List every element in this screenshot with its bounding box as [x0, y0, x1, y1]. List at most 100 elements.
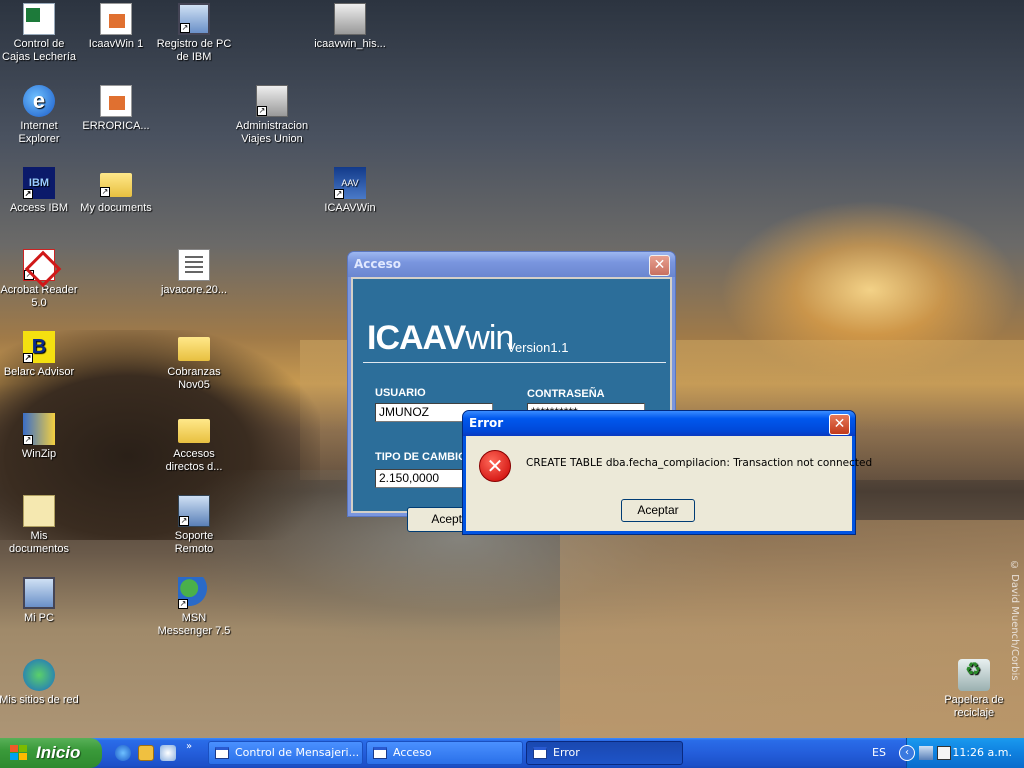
msn-messenger-icon: ↗	[178, 577, 210, 609]
desktop-icon-mis-sitios-red[interactable]: Mis sitios de red	[0, 659, 79, 707]
clock[interactable]: 11:26 a.m.	[952, 738, 1012, 768]
desktop-icon-acrobat-reader[interactable]: ↗ Acrobat Reader 5.0	[0, 249, 79, 310]
desktop-icon-accesos-directos[interactable]: Accesos directos d...	[154, 413, 234, 474]
shortcut-arrow-icon: ↗	[179, 516, 189, 526]
desktop-icon-icaavwin-his[interactable]: icaavwin_his...	[310, 3, 390, 51]
taskbar: Inicio » Control de Mensajeri... Acceso …	[0, 738, 1024, 768]
desktop-icon-administracion-viajes[interactable]: ↗ Administracion Viajes Union	[232, 85, 312, 146]
shortcut-arrow-icon: ↗	[334, 189, 344, 199]
usuario-label: USUARIO	[375, 387, 426, 399]
desktop-icon-label: Papelera de reciclaje	[944, 694, 1004, 719]
desktop-icon-mis-documentos[interactable]: Mis documentos	[0, 495, 79, 556]
window-icon	[215, 747, 229, 759]
desktop-icon-label: My documents	[80, 202, 152, 214]
logo-bold-text: ICAAV	[367, 319, 466, 357]
desktop-icon-label: Mis documentos	[9, 530, 69, 555]
desktop-icon-cobranzas[interactable]: Cobranzas Nov05	[154, 331, 234, 392]
report-file-icon	[100, 3, 132, 35]
task-label: Control de Mensajeri...	[235, 746, 360, 759]
taskbar-item-acceso[interactable]: Acceso	[366, 741, 523, 765]
acceso-title: Acceso	[354, 257, 402, 271]
quicklaunch-ie-icon[interactable]	[115, 745, 131, 761]
error-client-area: ✕ CREATE TABLE dba.fecha_compilacion: Tr…	[466, 436, 872, 531]
start-label: Inicio	[36, 743, 81, 762]
header-divider	[363, 362, 666, 363]
documents-folder-icon	[23, 495, 55, 527]
desktop-icon-belarc-advisor[interactable]: B ↗ Belarc Advisor	[0, 331, 79, 379]
folder-icon	[178, 337, 210, 361]
error-title-bar[interactable]: Error ✕	[463, 411, 855, 436]
close-icon: ✕	[653, 257, 666, 273]
error-icon: ✕	[479, 450, 511, 482]
shortcut-arrow-icon: ↗	[178, 599, 188, 609]
desktop-icon-internet-explorer[interactable]: e Internet Explorer	[0, 85, 79, 146]
language-indicator[interactable]: ES	[872, 738, 886, 768]
desktop-icon-label: Registro de PC de IBM	[156, 38, 232, 63]
tray-expand-icon[interactable]: ‹	[899, 745, 915, 761]
desktop-icon-msn-messenger[interactable]: ↗ MSN Messenger 7.5	[154, 577, 234, 638]
desktop-icon-label: Cobranzas Nov05	[167, 366, 221, 391]
app-tray-icon[interactable]	[937, 746, 951, 760]
error-title: Error	[469, 416, 504, 430]
ibm-computer-icon: ↗	[178, 3, 210, 35]
text-file-icon	[178, 249, 210, 281]
task-label: Error	[553, 746, 580, 759]
desktop-icon-icaavwin[interactable]: AAV ↗ ICAAVWin	[310, 167, 390, 215]
desktop-icon-label: Accesos directos d...	[165, 448, 223, 473]
acceso-title-bar[interactable]: Acceso ✕	[348, 252, 675, 277]
error-ok-button[interactable]: Aceptar	[621, 499, 695, 522]
icaav-app-icon: AAV ↗	[334, 167, 366, 199]
desktop-icon-control-cajas[interactable]: Control de Cajas Lechería	[0, 3, 79, 64]
version-label: Version1.1	[507, 340, 569, 355]
quicklaunch-expand-icon[interactable]: »	[186, 742, 196, 752]
desktop-icon-label: Access IBM	[9, 202, 69, 214]
desktop-icon-mi-pc[interactable]: Mi PC	[0, 577, 79, 625]
shortcut-arrow-icon: ↗	[23, 435, 33, 445]
shortcut-arrow-icon: ↗	[257, 106, 267, 116]
my-computer-icon	[23, 577, 55, 609]
desktop-icon-label: MSN Messenger 7.5	[157, 612, 231, 637]
remote-support-icon: ↗	[178, 495, 210, 527]
shortcut-arrow-icon: ↗	[23, 189, 33, 199]
tipo-cambio-input[interactable]: 2.150,0000	[375, 469, 475, 488]
error-dialog[interactable]: Error ✕ ✕ CREATE TABLE dba.fecha_compila…	[462, 410, 872, 535]
desktop-icon-label: Belarc Advisor	[3, 366, 75, 378]
shortcut-arrow-icon: ↗	[23, 353, 33, 363]
desktop-icon-label: IcaavWin 1	[88, 38, 144, 50]
acceso-close-button[interactable]: ✕	[649, 255, 670, 276]
quicklaunch-outlook-icon[interactable]	[138, 745, 154, 761]
error-close-button[interactable]: ✕	[829, 414, 850, 435]
desktop-icon-icaavwin-1[interactable]: IcaavWin 1	[76, 3, 156, 51]
desktop-icon-winzip[interactable]: ↗ WinZip	[0, 413, 79, 461]
desktop-icon-label: Administracion Viajes Union	[235, 120, 309, 145]
icaavwin-logo: ICAAVwin	[367, 319, 514, 358]
internet-explorer-icon: e	[23, 85, 55, 117]
start-button[interactable]: Inicio	[0, 738, 102, 768]
desktop-icon-label: WinZip	[21, 448, 57, 460]
network-places-icon	[23, 659, 55, 691]
network-tray-icon[interactable]	[919, 746, 933, 760]
desktop-icon-registro-pc-ibm[interactable]: ↗ Registro de PC de IBM	[154, 3, 234, 64]
desktop-icon-access-ibm[interactable]: IBM ↗ Access IBM	[0, 167, 79, 215]
quicklaunch-browser-icon[interactable]	[160, 745, 176, 761]
taskbar-item-error[interactable]: Error	[526, 741, 683, 765]
tipo-cambio-label: TIPO DE CAMBIO	[375, 451, 467, 463]
desktop-icon-label: ERRORICA...	[82, 120, 150, 132]
desktop-icon-soporte-remoto[interactable]: ↗ Soporte Remoto	[154, 495, 234, 556]
server-drive-icon: ↗	[256, 85, 288, 117]
window-icon	[373, 747, 387, 759]
recycle-bin-icon	[958, 659, 990, 691]
desktop-icon-my-documents[interactable]: ↗ My documents	[76, 167, 156, 215]
desktop-icon-errorica[interactable]: ERRORICA...	[76, 85, 156, 133]
desktop-icon-label: javacore.20...	[160, 284, 228, 296]
taskbar-item-control-mensajeria[interactable]: Control de Mensajeri...	[208, 741, 363, 765]
folder-icon: ↗	[100, 173, 132, 197]
shortcut-arrow-icon: ↗	[24, 270, 34, 280]
desktop-icon-javacore[interactable]: javacore.20...	[154, 249, 234, 297]
error-message: CREATE TABLE dba.fecha_compilacion: Tran…	[526, 457, 873, 469]
excel-file-icon	[23, 3, 55, 35]
ibm-logo-icon: IBM ↗	[23, 167, 55, 199]
desktop-icon-label: icaavwin_his...	[314, 38, 386, 50]
desktop-icon-papelera[interactable]: Papelera de reciclaje	[934, 659, 1014, 720]
contrasena-label: CONTRASEÑA	[527, 388, 605, 400]
